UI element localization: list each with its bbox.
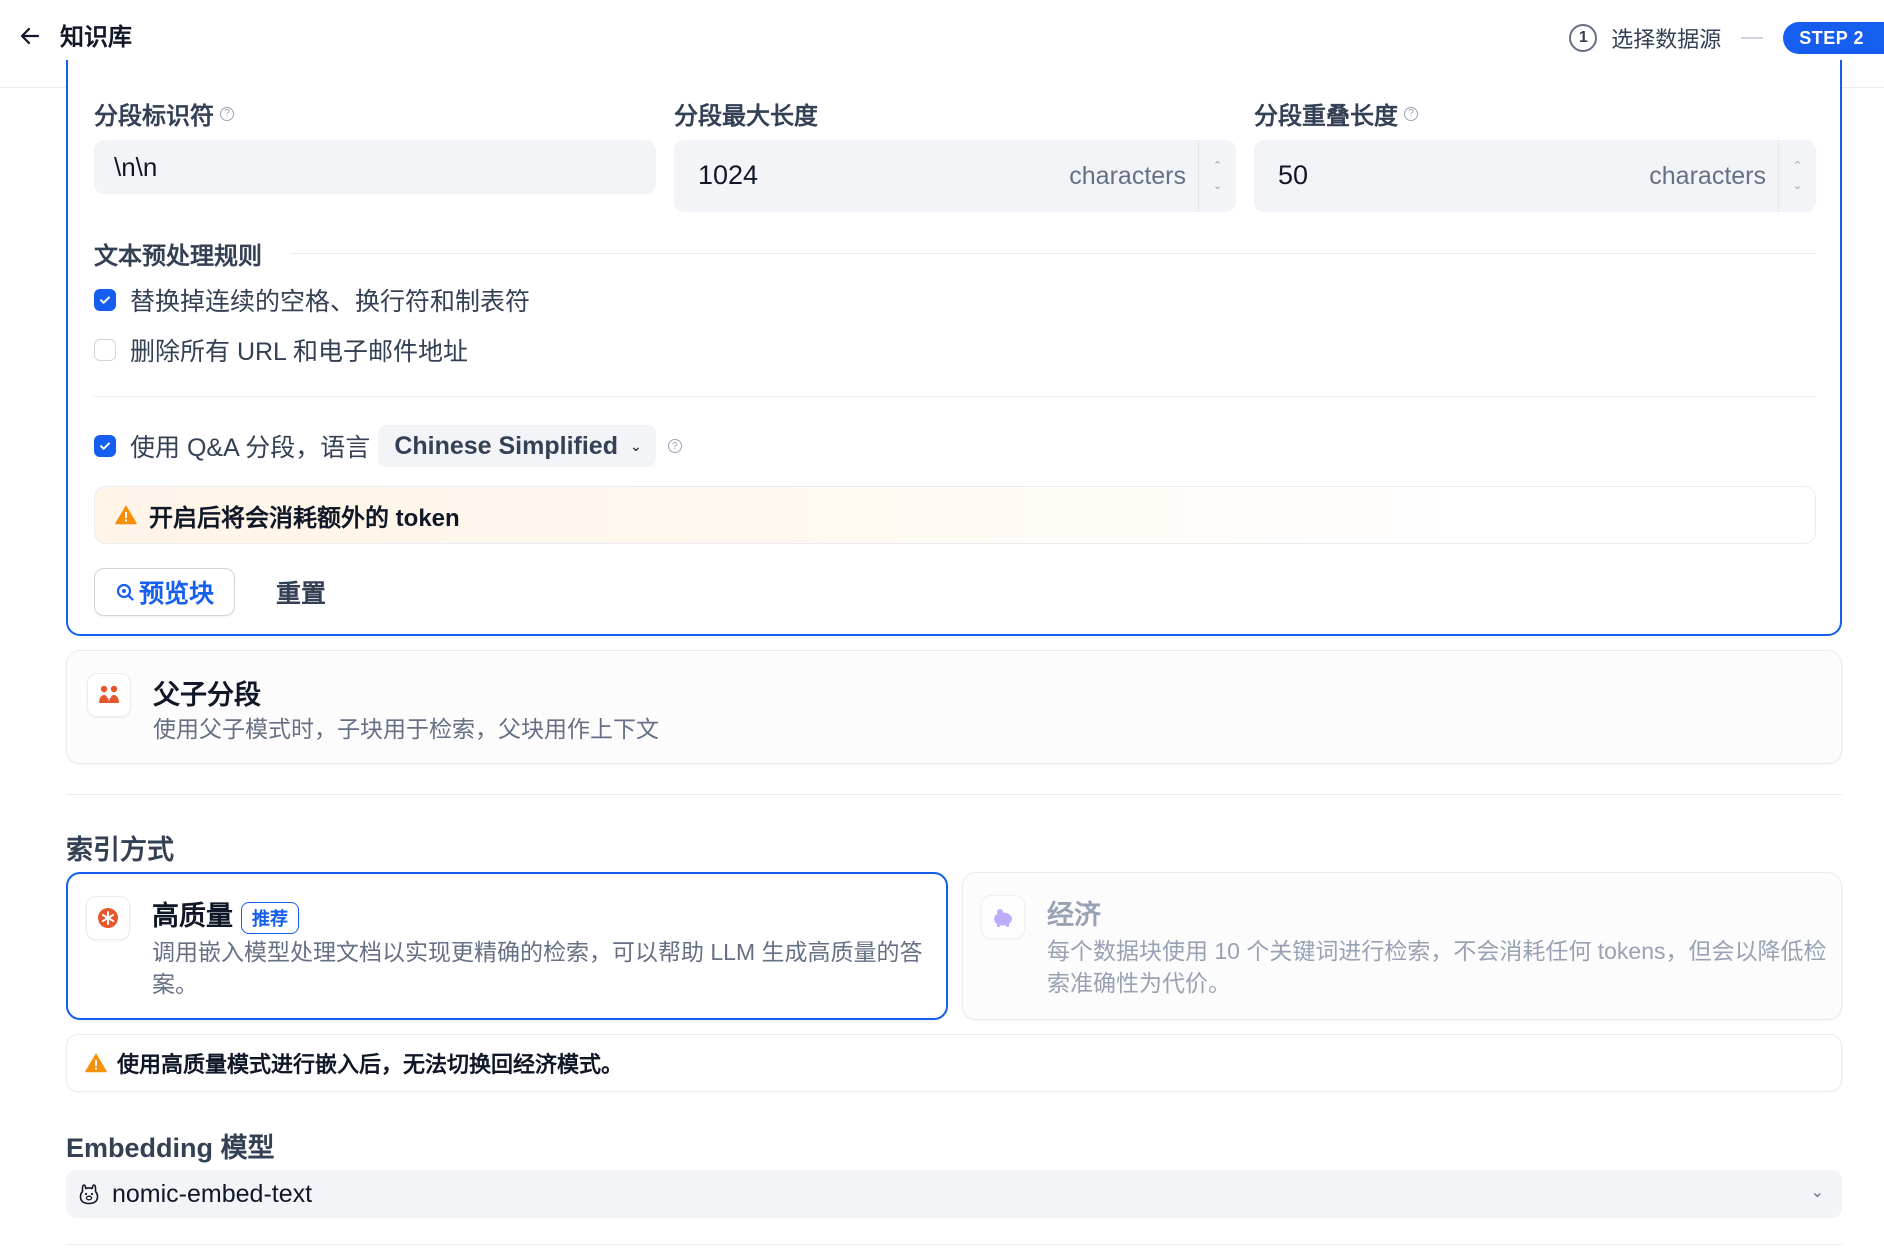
chevron-down-icon[interactable]: ⌄ bbox=[1793, 181, 1802, 192]
reset-button[interactable]: 重置 bbox=[276, 568, 326, 616]
index-method-heading: 索引方式 bbox=[66, 835, 174, 865]
ollama-model-icon bbox=[79, 1184, 99, 1205]
help-icon[interactable]: ? bbox=[220, 106, 234, 121]
help-icon[interactable]: ? bbox=[1404, 106, 1418, 121]
step-1-number: 1 bbox=[1569, 24, 1598, 52]
economy-icon bbox=[981, 895, 1025, 939]
section-divider bbox=[66, 794, 1842, 795]
checkbox-unchecked[interactable] bbox=[94, 339, 116, 361]
rule-remove-urls-label: 删除所有 URL 和电子邮件地址 bbox=[130, 338, 468, 366]
preprocess-title-line bbox=[290, 253, 1816, 254]
chevron-up-icon[interactable]: ⌃ bbox=[1213, 161, 1222, 172]
high-quality-title: 高质量 bbox=[152, 901, 233, 931]
switch-mode-warning: 使用高质量模式进行嵌入后，无法切换回经济模式。 bbox=[66, 1034, 1842, 1092]
economy-title: 经济 bbox=[1047, 900, 1101, 930]
high-quality-description: 调用嵌入模型处理文档以实现更精确的检索，可以帮助 LLM 生成高质量的答案。 bbox=[152, 939, 923, 997]
search-icon bbox=[116, 583, 134, 601]
high-quality-index-option[interactable]: 高质量 推荐 调用嵌入模型处理文档以实现更精确的检索，可以帮助 LLM 生成高质量… bbox=[66, 872, 948, 1020]
high-quality-title-row: 高质量 推荐 bbox=[152, 894, 299, 934]
overlap-label-text: 分段重叠长度 bbox=[1254, 103, 1398, 130]
max-length-input[interactable]: 1024 characters ⌃ ⌄ bbox=[674, 140, 1236, 212]
max-length-label-text: 分段最大长度 bbox=[674, 103, 818, 130]
language-value: Chinese Simplified bbox=[394, 431, 618, 460]
section-divider bbox=[66, 1244, 1842, 1245]
step-indicator: 1 选择数据源 STEP 2 bbox=[1569, 20, 1884, 56]
qa-label: 使用 Q&A 分段，语言 bbox=[130, 434, 371, 462]
warning-icon bbox=[115, 505, 137, 525]
overlap-label: 分段重叠长度 ? bbox=[1254, 96, 1418, 131]
rule-remove-urls[interactable]: 删除所有 URL 和电子邮件地址 bbox=[94, 332, 468, 368]
chevron-up-icon[interactable]: ⌃ bbox=[1793, 161, 1802, 172]
parent-child-segment-option[interactable]: 父子分段 使用父子模式时，子块用于检索，父块用作上下文 bbox=[66, 650, 1842, 764]
overlap-input[interactable]: 50 characters ⌃ ⌄ bbox=[1254, 140, 1816, 212]
switch-mode-warning-text: 使用高质量模式进行嵌入后，无法切换回经济模式。 bbox=[117, 1052, 624, 1077]
back-arrow-icon[interactable] bbox=[18, 24, 42, 48]
checkbox-checked[interactable] bbox=[94, 289, 116, 311]
preview-chunks-button[interactable]: 预览块 bbox=[94, 568, 236, 616]
token-warning-banner: 开启后将会消耗额外的 token bbox=[94, 486, 1816, 544]
step-2-badge: STEP 2 bbox=[1783, 22, 1884, 54]
parent-child-title: 父子分段 bbox=[153, 680, 261, 710]
economy-index-option[interactable]: 经济 每个数据块使用 10 个关键词进行检索，不会消耗任何 tokens，但会以… bbox=[962, 872, 1842, 1020]
qa-segment-row: 使用 Q&A 分段，语言 Chinese Simplified ⌄ ? bbox=[94, 425, 682, 467]
high-quality-icon bbox=[86, 896, 130, 940]
warning-icon bbox=[85, 1053, 107, 1073]
parent-child-description: 使用父子模式时，子块用于检索，父块用作上下文 bbox=[153, 716, 659, 742]
token-warning-text: 开启后将会消耗额外的 token bbox=[149, 504, 460, 532]
max-length-unit: characters bbox=[1069, 162, 1186, 190]
divider bbox=[94, 396, 1816, 397]
language-select[interactable]: Chinese Simplified ⌄ bbox=[378, 425, 656, 467]
overlap-unit: characters bbox=[1649, 162, 1766, 190]
separator-input[interactable]: \n\n bbox=[94, 140, 656, 194]
chevron-down-icon[interactable]: ⌄ bbox=[1213, 181, 1222, 192]
general-segment-settings-card: 分段标识符 ? 分段最大长度 分段重叠长度 ? \n\n 1024 charac… bbox=[66, 60, 1842, 636]
chevron-down-icon: ⌄ bbox=[629, 437, 642, 454]
rule-replace-spaces-label: 替换掉连续的空格、换行符和制表符 bbox=[130, 288, 531, 316]
max-length-value: 1024 bbox=[698, 160, 759, 190]
embedding-model-heading: Embedding 模型 bbox=[66, 1133, 275, 1163]
separator-label-text: 分段标识符 bbox=[94, 103, 214, 130]
embedding-model-value: nomic-embed-text bbox=[112, 1179, 313, 1208]
preview-button-label: 预览块 bbox=[139, 580, 215, 608]
chevron-down-icon: ⌄ bbox=[1810, 1184, 1824, 1201]
help-icon[interactable]: ? bbox=[667, 439, 682, 453]
preprocess-title: 文本预处理规则 bbox=[94, 243, 262, 270]
economy-description: 每个数据块使用 10 个关键词进行检索，不会消耗任何 tokens，但会以降低检… bbox=[1047, 938, 1827, 996]
max-length-label: 分段最大长度 bbox=[674, 96, 818, 131]
parent-child-icon bbox=[87, 673, 131, 717]
recommended-badge: 推荐 bbox=[241, 901, 299, 934]
checkbox-checked[interactable] bbox=[94, 435, 116, 457]
step-1-label[interactable]: 选择数据源 bbox=[1611, 22, 1721, 54]
rule-replace-spaces[interactable]: 替换掉连续的空格、换行符和制表符 bbox=[94, 282, 530, 318]
page-title: 知识库 bbox=[60, 24, 132, 51]
separator-label: 分段标识符 ? bbox=[94, 96, 234, 131]
overlap-value: 50 bbox=[1278, 160, 1309, 190]
embedding-model-select[interactable]: nomic-embed-text ⌄ bbox=[66, 1170, 1842, 1218]
step-connector bbox=[1741, 37, 1764, 39]
max-length-stepper[interactable]: ⌃ ⌄ bbox=[1198, 140, 1236, 212]
overlap-stepper[interactable]: ⌃ ⌄ bbox=[1778, 140, 1816, 212]
